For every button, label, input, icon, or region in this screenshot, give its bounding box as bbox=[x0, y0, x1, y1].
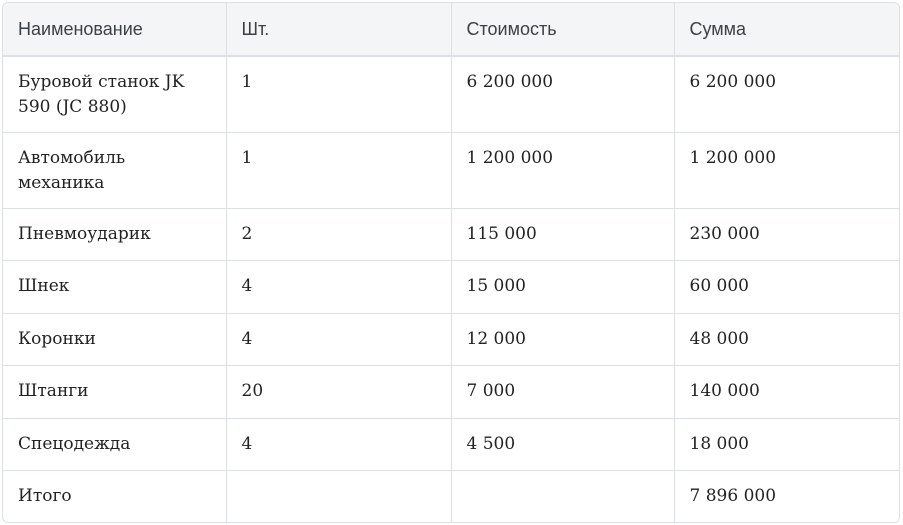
table-row: Спецодежда 4 4 500 18 000 bbox=[3, 418, 899, 472]
header-total: Сумма bbox=[674, 3, 899, 57]
cell-total-label: Итого bbox=[3, 470, 227, 522]
header-price: Стоимость bbox=[451, 3, 675, 57]
cell-price: 7 000 bbox=[451, 365, 675, 419]
cell-quantity: 4 bbox=[226, 418, 452, 472]
cell-total: 6 200 000 bbox=[674, 56, 899, 133]
cell-grand-total: 7 896 000 bbox=[689, 486, 777, 507]
cell-name: Шнек bbox=[3, 260, 227, 314]
cell-total: 48 000 bbox=[674, 313, 899, 367]
cell-quantity: 20 bbox=[226, 365, 452, 419]
table-header-row: Наименование Шт. Стоимость Сумма bbox=[3, 3, 899, 57]
cell-quantity: 4 bbox=[226, 260, 452, 314]
header-name: Наименование bbox=[3, 3, 227, 57]
cell-name: Спецодежда bbox=[3, 418, 227, 472]
cell-price: 15 000 bbox=[451, 260, 675, 314]
table-total-row: Итого 7 896 000 bbox=[3, 470, 899, 522]
table-row: Шнек 4 15 000 60 000 bbox=[3, 260, 899, 314]
cell-name: Автомобиль механика bbox=[3, 132, 227, 209]
cell-quantity: 2 bbox=[226, 208, 452, 262]
cell-price: 115 000 bbox=[451, 208, 675, 262]
cell-name: Штанги bbox=[3, 365, 227, 419]
cell-total: 60 000 bbox=[674, 260, 899, 314]
table-row: Буровой станок JK 590 (JC 880) 1 6 200 0… bbox=[3, 56, 899, 133]
cell-quantity: 4 bbox=[226, 313, 452, 367]
header-quantity: Шт. bbox=[226, 3, 452, 57]
cell-price: 4 500 bbox=[451, 418, 675, 472]
table-row: Автомобиль механика 1 1 200 000 1 200 00… bbox=[3, 132, 899, 209]
cell-total: 230 000 bbox=[674, 208, 899, 262]
cell-name: Пневмоударик bbox=[3, 208, 227, 262]
cell-price: 6 200 000 bbox=[451, 56, 675, 133]
table-row: Пневмоударик 2 115 000 230 000 bbox=[3, 208, 899, 262]
cell-total: 140 000 bbox=[674, 365, 899, 419]
equipment-cost-table: Наименование Шт. Стоимость Сумма Буровой… bbox=[3, 3, 899, 522]
cell-name: Буровой станок JK 590 (JC 880) bbox=[3, 56, 227, 133]
cell-quantity: 1 bbox=[226, 132, 452, 209]
equipment-cost-table-container: Наименование Шт. Стоимость Сумма Буровой… bbox=[2, 2, 900, 523]
cell-quantity bbox=[226, 470, 452, 522]
cell-price: 12 000 bbox=[451, 313, 675, 367]
table-row: Коронки 4 12 000 48 000 bbox=[3, 313, 899, 367]
cell-price: 1 200 000 bbox=[451, 132, 675, 209]
cell-quantity: 1 bbox=[226, 56, 452, 133]
cell-total: 1 200 000 bbox=[674, 132, 899, 209]
cell-total: 18 000 bbox=[674, 418, 899, 472]
cell-name: Коронки bbox=[3, 313, 227, 367]
table-row: Штанги 20 7 000 140 000 bbox=[3, 365, 899, 419]
cell-price bbox=[451, 470, 675, 522]
